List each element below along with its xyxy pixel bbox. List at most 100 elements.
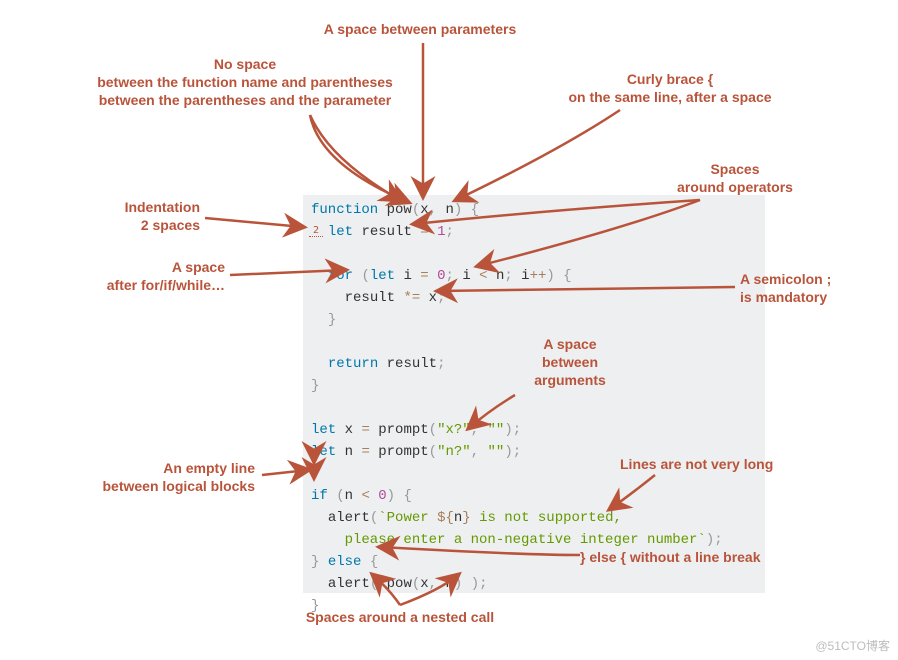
tok: n <box>345 444 353 460</box>
tok: "n?" <box>437 444 471 460</box>
diagram-stage: function pow(x, n) { let result = 1; for… <box>0 0 898 660</box>
tok: i <box>521 268 529 284</box>
tok: ( <box>370 576 378 592</box>
arrow-curly-brace <box>456 110 620 200</box>
tok: let <box>370 268 395 284</box>
arrow-no-space-2 <box>310 115 408 202</box>
tok <box>462 576 470 592</box>
tok: ) <box>546 268 554 284</box>
arrow-indent <box>205 218 303 227</box>
tok: 0 <box>437 268 445 284</box>
tok <box>479 444 487 460</box>
tok: = <box>361 422 369 438</box>
tok: x <box>429 290 437 306</box>
tok: n <box>445 576 453 592</box>
tok: ++ <box>530 268 547 284</box>
tok: = <box>361 444 369 460</box>
tok: ) <box>504 422 512 438</box>
tok: Power <box>387 510 437 526</box>
tok: result <box>387 356 437 372</box>
tok: ( <box>336 488 344 504</box>
ann-between-args: A spacebetweenarguments <box>510 335 630 389</box>
tok: } <box>462 510 470 526</box>
tok: *= <box>403 290 420 306</box>
tok: alert <box>328 510 370 526</box>
tok: x <box>420 576 428 592</box>
tok: } <box>328 312 336 328</box>
tok: } <box>311 378 319 394</box>
ann-else-nobreak: } else { without a line break <box>580 548 840 566</box>
tok: ( <box>429 422 437 438</box>
tok: } <box>311 554 319 570</box>
tok: ; <box>513 444 521 460</box>
ann-indent: Indentation2 spaces <box>80 198 200 234</box>
tok: is not supported, <box>471 510 622 526</box>
tok: = <box>420 268 428 284</box>
tok: , <box>471 422 479 438</box>
ann-curly-brace: Curly brace {on the same line, after a s… <box>540 70 800 106</box>
tok: , <box>429 202 437 218</box>
tok: { <box>462 202 479 218</box>
tok: n <box>345 488 353 504</box>
tok: ( <box>412 202 420 218</box>
tok: x <box>345 422 353 438</box>
tok: alert <box>328 576 370 592</box>
tok: return <box>328 356 378 372</box>
tok: ) <box>387 488 395 504</box>
tok: ) <box>504 444 512 460</box>
tok: ) <box>471 576 479 592</box>
tok: function <box>311 202 378 218</box>
tok: for <box>328 268 353 284</box>
tok: 0 <box>378 488 386 504</box>
tok: please enter a non-negative integer numb… <box>311 532 697 548</box>
tok: result <box>345 290 395 306</box>
tok: ; <box>513 422 521 438</box>
tok <box>378 576 386 592</box>
ann-lines-long: Lines are not very long <box>620 455 830 473</box>
tok: { <box>555 268 572 284</box>
indent-size-marker: 2 <box>309 225 323 237</box>
tok: let <box>328 224 353 240</box>
tok: ; <box>446 268 454 284</box>
ann-after-for: A spaceafter for/if/while… <box>55 258 225 294</box>
ann-param-space: A space between parameters <box>285 20 555 38</box>
tok: pow <box>387 202 412 218</box>
tok: pow <box>387 576 412 592</box>
tok: prompt <box>378 422 428 438</box>
tok: ; <box>445 224 453 240</box>
ann-spaces-ops: Spacesaround operators <box>635 160 835 196</box>
tok: x <box>420 202 428 218</box>
tok: "" <box>488 444 505 460</box>
tok: ; <box>504 268 512 284</box>
tok: let <box>311 444 336 460</box>
tok: ${ <box>437 510 454 526</box>
tok: result <box>361 224 411 240</box>
tok: { <box>395 488 412 504</box>
tok: ; <box>714 532 722 548</box>
tok: ( <box>361 268 369 284</box>
tok: , <box>471 444 479 460</box>
watermark: @51CTO博客 <box>815 637 890 654</box>
tok: ` <box>697 532 705 548</box>
tok: { <box>370 554 378 570</box>
tok: let <box>311 422 336 438</box>
tok: i <box>403 268 411 284</box>
tok: "" <box>488 422 505 438</box>
arrow-no-space-1 <box>310 115 400 200</box>
arrow-empty-line <box>262 470 308 475</box>
ann-semicolon: A semicolon ;is mandatory <box>740 270 885 306</box>
tok: < <box>479 268 487 284</box>
tok: prompt <box>378 444 428 460</box>
tok: ( <box>429 444 437 460</box>
tok: ; <box>437 290 445 306</box>
tok: ` <box>378 510 386 526</box>
tok: = <box>420 224 428 240</box>
tok: ; <box>479 576 487 592</box>
tok: ( <box>412 576 420 592</box>
tok: ; <box>437 356 445 372</box>
tok: if <box>311 488 328 504</box>
ann-empty-line: An empty linebetween logical blocks <box>75 459 255 495</box>
tok: "x?" <box>437 422 471 438</box>
tok: i <box>462 268 470 284</box>
ann-nested-call: Spaces around a nested call <box>275 608 525 626</box>
